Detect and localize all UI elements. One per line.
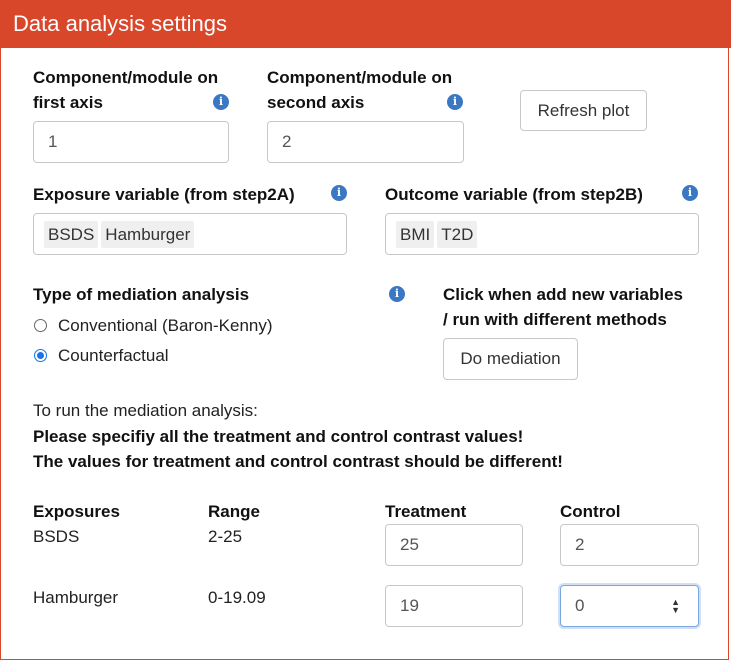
exposure-range: 0-19.09 bbox=[208, 588, 266, 607]
control-value: 0 bbox=[575, 596, 585, 615]
info-icon[interactable]: i bbox=[213, 94, 229, 110]
exposure-tag[interactable]: Hamburger bbox=[101, 221, 195, 248]
radio-conventional[interactable] bbox=[34, 319, 47, 332]
radio-conventional-label[interactable]: Conventional (Baron-Kenny) bbox=[58, 313, 273, 338]
exposure-select[interactable]: BSDS Hamburger bbox=[33, 213, 347, 255]
outcome-tag[interactable]: BMI bbox=[396, 221, 435, 248]
first-axis-input[interactable]: 1 bbox=[33, 121, 229, 163]
radio-counterfactual-label[interactable]: Counterfactual bbox=[58, 343, 169, 368]
instructions-warning-2: The values for treatment and control con… bbox=[33, 452, 563, 471]
treatment-input[interactable]: 25 bbox=[385, 524, 523, 566]
refresh-plot-button[interactable]: Refresh plot bbox=[520, 90, 647, 131]
control-input[interactable]: 2 bbox=[560, 524, 699, 566]
exposure-name: BSDS bbox=[33, 527, 80, 546]
info-icon[interactable]: i bbox=[682, 185, 698, 201]
column-header-exposures: Exposures bbox=[33, 502, 120, 521]
exposure-name: Hamburger bbox=[33, 588, 119, 607]
do-mediation-hint-line2: / run with different methods bbox=[443, 310, 667, 329]
second-axis-label: Component/module on second axis bbox=[267, 68, 453, 112]
treatment-input[interactable]: 19 bbox=[385, 585, 523, 627]
outcome-tag[interactable]: T2D bbox=[437, 221, 478, 248]
outcome-label: Outcome variable (from step2B) bbox=[385, 185, 643, 204]
panel-title: Data analysis settings bbox=[13, 11, 227, 36]
radio-counterfactual[interactable] bbox=[34, 349, 47, 362]
instructions-intro: To run the mediation analysis: bbox=[33, 401, 258, 420]
exposure-range: 2-25 bbox=[208, 527, 243, 546]
info-icon[interactable]: i bbox=[389, 286, 405, 302]
exposure-tag[interactable]: BSDS bbox=[44, 221, 99, 248]
instructions-warning-1: Please specifiy all the treatment and co… bbox=[33, 427, 524, 446]
do-mediation-hint-line1: Click when add new variables bbox=[443, 285, 683, 304]
panel-header: Data analysis settings bbox=[0, 0, 731, 48]
column-header-control: Control bbox=[560, 502, 621, 521]
info-icon[interactable]: i bbox=[331, 185, 347, 201]
second-axis-input[interactable]: 2 bbox=[267, 121, 464, 163]
outcome-select[interactable]: BMI T2D bbox=[385, 213, 699, 255]
column-header-treatment: Treatment bbox=[385, 502, 467, 521]
info-icon[interactable]: i bbox=[447, 94, 463, 110]
control-input-focused[interactable]: 0 ▲ ▼ bbox=[560, 585, 699, 627]
first-axis-label: Component/module on first axis bbox=[33, 68, 219, 112]
mediation-type-label: Type of mediation analysis bbox=[33, 285, 250, 304]
spinner-arrows-icon[interactable]: ▲ ▼ bbox=[671, 598, 680, 615]
exposure-label: Exposure variable (from step2A) bbox=[33, 185, 295, 204]
column-header-range: Range bbox=[208, 502, 260, 521]
do-mediation-button[interactable]: Do mediation bbox=[443, 338, 578, 380]
